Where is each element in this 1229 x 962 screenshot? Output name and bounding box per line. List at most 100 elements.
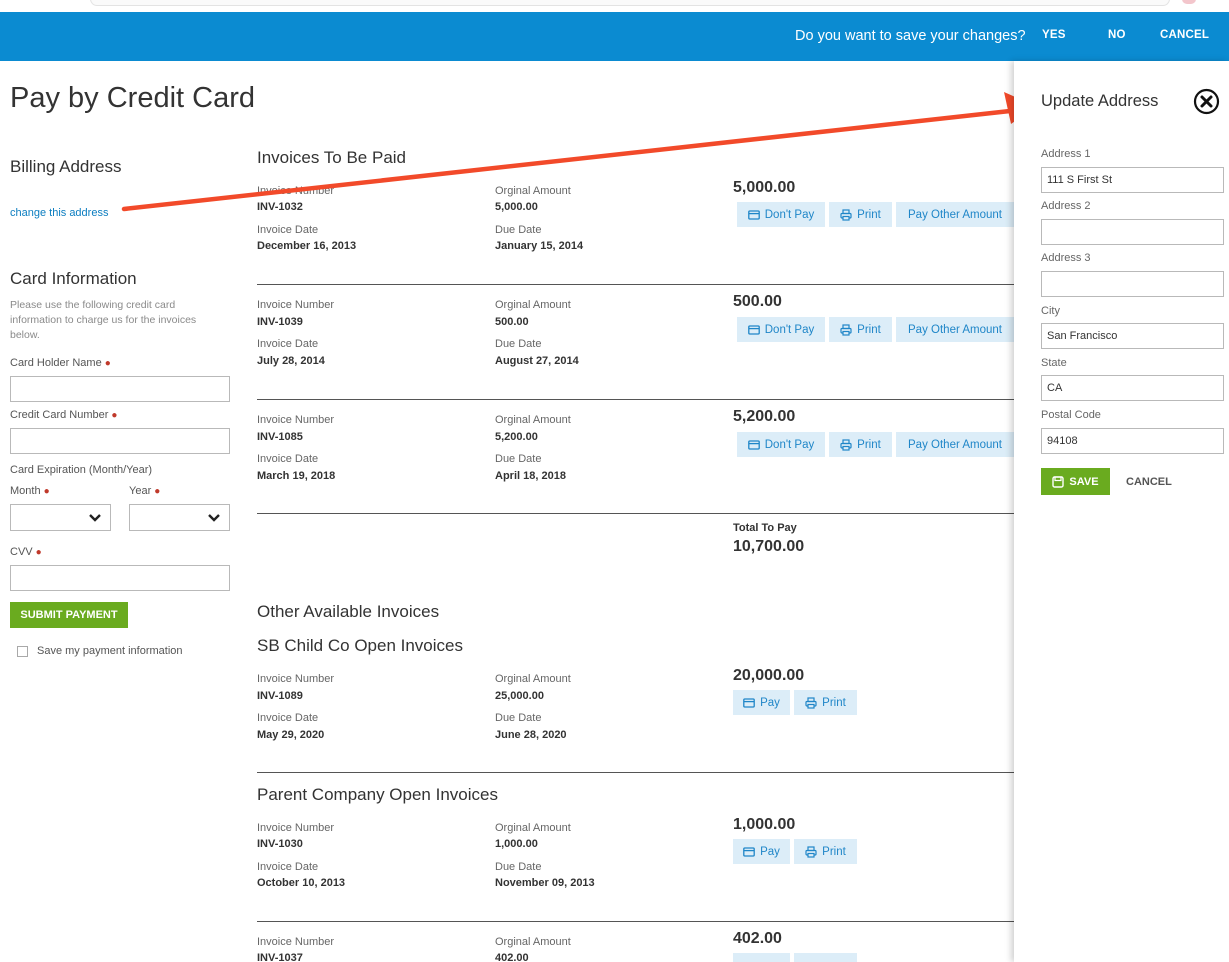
pay-other-amount-label: Pay Other Amount [908,208,1002,221]
postal-code-input[interactable]: 94108 [1041,428,1224,454]
change-address-link[interactable]: change this address [10,207,108,219]
invoice-date: May 29, 2020 [257,729,325,741]
invoice-number: INV-1032 [257,201,303,213]
cancel-changes-button[interactable]: CANCEL [1160,29,1209,41]
print-button[interactable]: Print [829,317,892,342]
chevron-down-icon [208,514,220,522]
city-input[interactable]: San Francisco [1041,323,1224,349]
cancel-address-button[interactable]: CANCEL [1126,476,1172,488]
original-amount: 25,000.00 [495,690,544,702]
month-select[interactable] [10,504,111,531]
address1-input[interactable]: 111 S First St [1041,167,1224,193]
invoice-number-label: Invoice Number [257,414,335,426]
credit-card-icon [747,439,760,450]
submit-payment-button[interactable]: SUBMIT PAYMENT [10,602,128,628]
divider [257,284,1014,285]
payment-amount: 20,000.00 [733,667,805,684]
card-number-input[interactable] [10,428,230,454]
pay-other-amount-label: Pay Other Amount [908,323,1002,336]
print-label: Print [822,696,846,709]
due-date: June 28, 2020 [495,729,567,741]
chevron-down-icon [89,514,101,522]
address2-input[interactable] [1041,219,1224,245]
address3-input[interactable] [1041,271,1224,297]
payment-amount: 5,200.00 [733,408,796,425]
cvv-label: CVV ● [10,546,42,558]
close-icon[interactable] [1193,88,1220,115]
child-company-heading: SB Child Co Open Invoices [257,636,463,655]
state-input[interactable]: CA [1041,375,1224,401]
card-help-text: Please use the following credit card inf… [10,299,197,341]
print-button[interactable]: Print [794,690,857,715]
dont-pay-button[interactable]: Don't Pay [737,202,825,227]
update-address-panel: Update Address Address 1 111 S First St … [1014,61,1229,962]
billing-address-heading: Billing Address [10,157,122,176]
pay-label: Pay [760,696,780,709]
card-number-label-text: Credit Card Number [10,409,109,421]
invoice-number-label: Invoice Number [257,299,335,311]
dont-pay-label: Don't Pay [764,438,815,451]
dont-pay-button[interactable]: Don't Pay [737,432,825,457]
parent-company-heading: Parent Company Open Invoices [257,785,498,804]
pay-other-amount-label: Pay Other Amount [908,438,1002,451]
pay-other-amount-button[interactable]: Pay Other Amount [896,317,1014,342]
due-date-label: Due Date [495,453,542,465]
printer-icon [840,323,852,336]
credit-card-icon [747,324,760,335]
no-button[interactable]: NO [1108,29,1126,41]
payment-amount: 402.00 [733,930,782,947]
divider [257,399,1014,400]
year-label: Year ● [129,485,160,497]
payment-amount: 500.00 [733,293,782,310]
original-amount-label: Orginal Amount [495,673,571,685]
original-amount-label: Orginal Amount [495,414,571,426]
print-button[interactable]: Print [829,432,892,457]
divider [257,513,1014,514]
required-marker: ● [104,358,111,369]
print-button[interactable]: Print [829,202,892,227]
pay-button[interactable]: Pay [733,690,790,715]
card-expiration-label: Card Expiration (Month/Year) [10,464,153,476]
invoice-date-label: Invoice Date [257,338,319,350]
payment-amount: 5,000.00 [733,179,796,196]
dont-pay-button[interactable]: Don't Pay [737,317,825,342]
pay-button[interactable]: Pay [733,839,790,864]
original-amount: 402.00 [495,952,529,962]
invoice-number: INV-1089 [257,690,303,702]
invoice-date-label: Invoice Date [257,224,319,236]
year-select[interactable] [129,504,230,531]
required-marker: ● [43,486,50,497]
print-label: Print [822,845,846,858]
card-holder-input[interactable] [10,376,230,402]
yes-button[interactable]: YES [1042,29,1066,41]
original-amount: 5,200.00 [495,431,538,443]
cvv-input[interactable] [10,565,230,591]
invoice-number: INV-1039 [257,316,303,328]
year-label-text: Year [129,485,152,497]
save-address-button[interactable]: SAVE [1041,468,1110,495]
print-button[interactable]: Print [794,839,857,864]
credit-card-icon [743,697,755,708]
pay-other-amount-button[interactable]: Pay Other Amount [896,432,1014,457]
dont-pay-label: Don't Pay [764,323,815,336]
print-button[interactable] [794,953,857,962]
original-amount-label: Orginal Amount [495,299,571,311]
payment-amount: 1,000.00 [733,816,796,833]
original-amount-label: Orginal Amount [495,936,571,948]
due-date-label: Due Date [495,712,542,724]
invoice-date-label: Invoice Date [257,712,319,724]
card-information-heading: Card Information [10,269,137,288]
print-label: Print [857,438,881,451]
due-date: January 15, 2014 [495,240,584,252]
pay-other-amount-button[interactable]: Pay Other Amount [896,202,1014,227]
credit-card-icon [747,209,760,220]
total-to-pay-label: Total To Pay [733,522,797,534]
browser-address-pill [90,0,1170,6]
floppy-disk-icon [1052,475,1065,488]
pay-button[interactable] [733,953,790,962]
invoice-date: July 28, 2014 [257,355,325,367]
save-payment-checkbox[interactable] [17,646,28,657]
postal-code-label: Postal Code [1041,409,1101,421]
due-date-label: Due Date [495,861,542,873]
browser-avatar-dot [1182,0,1196,4]
